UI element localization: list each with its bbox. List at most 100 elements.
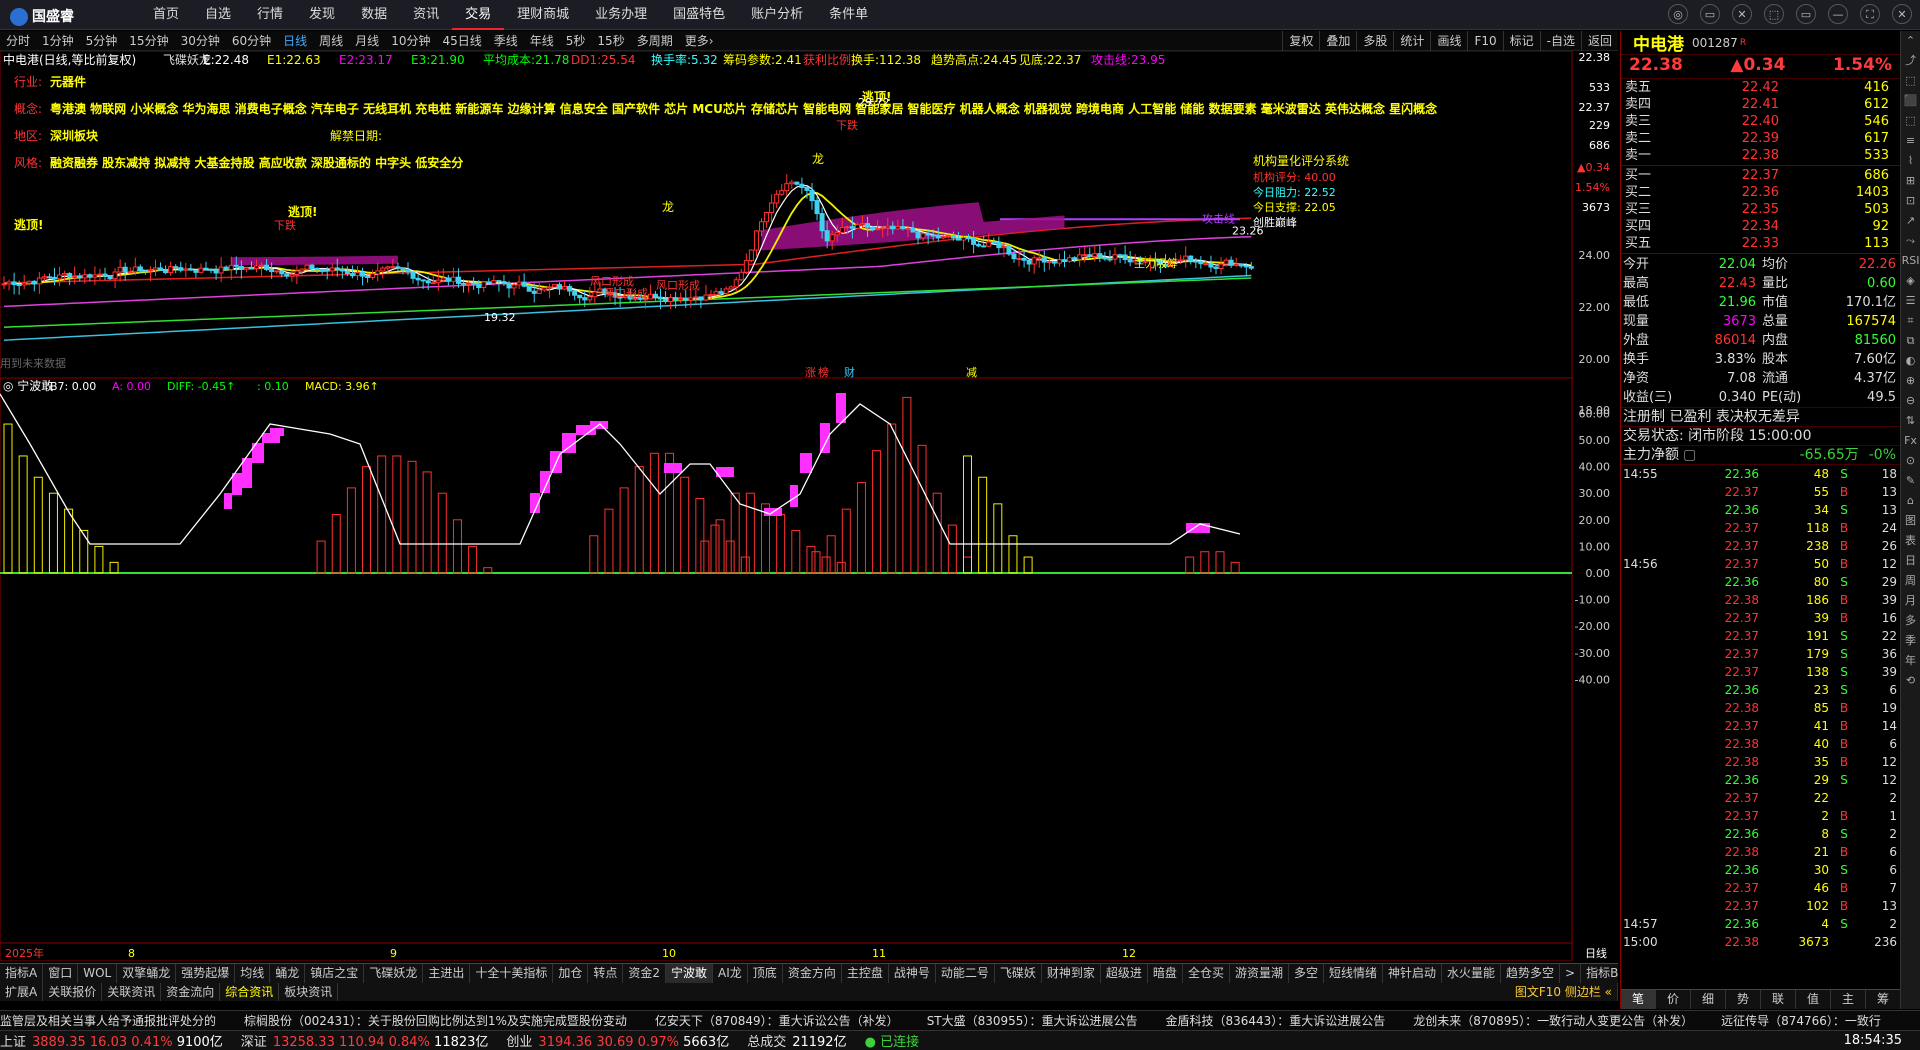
nav-item[interactable]: 条件单	[816, 0, 881, 30]
side-tool-icon[interactable]: 年	[1901, 651, 1920, 671]
news-item[interactable]: 远征传导（874766）：一致行	[1721, 1011, 1881, 1030]
nav-item[interactable]: 交易	[452, 0, 505, 30]
indicator-tab[interactable]: 动能二号	[936, 964, 995, 983]
indicator-tab[interactable]: 战神号	[889, 964, 936, 983]
side-tool-icon[interactable]: ⊡	[1901, 191, 1920, 211]
chart-tool-button[interactable]: 画线	[1430, 31, 1467, 51]
side-tool-icon[interactable]: ◈	[1901, 271, 1920, 291]
order-level[interactable]: 买三 22.35 503	[1621, 201, 1900, 218]
window-control-icon[interactable]: ✕	[1892, 4, 1912, 24]
indicator-tab[interactable]: 财神到家	[1042, 964, 1101, 983]
chart-tool-button[interactable]: 复权	[1282, 31, 1319, 51]
news-item[interactable]: 龙创未来（870895）：一致行动人变更公告（补发）	[1413, 1011, 1693, 1030]
quote-tab[interactable]: 势	[1726, 990, 1761, 1009]
side-tool-icon[interactable]: ⌗	[1901, 311, 1920, 331]
side-tool-icon[interactable]: ⊞	[1901, 171, 1920, 191]
nav-item[interactable]: 行情	[244, 0, 296, 30]
order-level[interactable]: 买一 22.37 686	[1621, 167, 1900, 184]
side-tool-icon[interactable]: ⇅	[1901, 411, 1920, 431]
period-tab[interactable]: 45日线	[436, 31, 487, 51]
side-tool-icon[interactable]: ⊙	[1901, 451, 1920, 471]
indicator-tab[interactable]: 指标B	[1581, 964, 1618, 983]
period-tab[interactable]: 5分钟	[80, 31, 124, 51]
indicator-tab[interactable]: 暗盘	[1148, 964, 1183, 983]
nav-item[interactable]: 资讯	[400, 0, 452, 30]
chart-tool-button[interactable]: -自选	[1539, 31, 1581, 51]
quote-tab[interactable]: 笔	[1621, 990, 1656, 1009]
indicator-tab[interactable]: 加仓	[553, 964, 589, 983]
indicator-tab[interactable]: 短线情绪	[1324, 964, 1383, 983]
side-tool-icon[interactable]: ⊖	[1901, 391, 1920, 411]
side-tool-icon[interactable]: ↗	[1901, 211, 1920, 231]
period-tab[interactable]: 多周期	[631, 31, 679, 51]
period-tab[interactable]: 月线	[349, 31, 385, 51]
order-level[interactable]: 买五 22.33 113	[1621, 235, 1900, 252]
news-item[interactable]: 监管层及相关当事人给予通报批评处分的	[0, 1011, 216, 1030]
period-tab[interactable]: 15秒	[591, 31, 630, 51]
indicator-tab[interactable]: >	[1560, 964, 1582, 983]
nav-item[interactable]: 自选	[192, 0, 244, 30]
indicator-tab[interactable]: 资金方向	[783, 964, 842, 983]
period-tab[interactable]: 更多›	[679, 31, 720, 51]
side-tool-icon[interactable]: 周	[1901, 571, 1920, 591]
period-tab[interactable]: 60分钟	[226, 31, 277, 51]
info-tab[interactable]: 资金流向	[161, 983, 221, 1001]
period-tab[interactable]: 分时	[0, 31, 36, 51]
kline-chart[interactable]: 中电港(日线,等比前复权) 飞碟妖龙E:22.48 E1:22.63 E2:23.17…	[0, 51, 1618, 961]
window-control-icon[interactable]: ▭	[1796, 4, 1816, 24]
side-tool-icon[interactable]: ⌃	[1901, 31, 1920, 51]
side-tool-icon[interactable]: ⌂	[1901, 491, 1920, 511]
news-item[interactable]: 棕榈股份（002431）：关于股份回购比例达到1%及实施完成暨股份变动	[244, 1011, 627, 1030]
nav-item[interactable]: 账户分析	[738, 0, 816, 30]
side-tool-icon[interactable]: ⬚	[1901, 71, 1920, 91]
indicator-tab[interactable]: 主控盘	[842, 964, 889, 983]
side-tool-icon[interactable]: 月	[1901, 591, 1920, 611]
order-level[interactable]: 买四 22.34 92	[1621, 218, 1900, 235]
window-control-icon[interactable]: ⛶	[1860, 4, 1880, 24]
side-tool-icon[interactable]: ◐	[1901, 351, 1920, 371]
quote-tab[interactable]: 筹	[1866, 990, 1901, 1009]
indicator-tab[interactable]: 多空	[1289, 964, 1324, 983]
indicator-tab[interactable]: 顶底	[748, 964, 783, 983]
info-tab[interactable]: 综合资讯	[220, 983, 280, 1001]
quote-tab[interactable]: 主	[1831, 990, 1866, 1009]
indicator-tab[interactable]: 超级进	[1101, 964, 1148, 983]
indicator-tab[interactable]: 宁波敢	[666, 964, 714, 983]
indicator-tab[interactable]: 游资量潮	[1230, 964, 1289, 983]
chart-tool-button[interactable]: 叠加	[1319, 31, 1356, 51]
indicator-tab[interactable]: WOL	[78, 964, 118, 983]
checkbox-icon[interactable]: ▢	[1683, 446, 1696, 464]
indicator-tab[interactable]: 转点	[588, 964, 624, 983]
window-control-icon[interactable]: —	[1828, 4, 1848, 24]
side-tool-icon[interactable]: ⤴	[1901, 51, 1920, 71]
indicator-tab[interactable]: 神针启动	[1383, 964, 1443, 983]
nav-item[interactable]: 首页	[140, 0, 192, 30]
news-item[interactable]: ST大盛（830955）：重大诉讼进展公告	[927, 1011, 1138, 1030]
period-tab[interactable]: 年线	[524, 31, 560, 51]
quote-tab[interactable]: 联	[1761, 990, 1796, 1009]
indicator-tab[interactable]: 指标A	[0, 964, 44, 983]
period-tab[interactable]: 季线	[488, 31, 524, 51]
side-tool-icon[interactable]: Fx	[1901, 431, 1920, 451]
order-level[interactable]: 卖一 22.38 533	[1621, 147, 1900, 164]
side-tool-icon[interactable]: 季	[1901, 631, 1920, 651]
info-tab[interactable]: 板块资讯	[279, 983, 339, 1001]
side-tool-icon[interactable]: ⟲	[1901, 671, 1920, 691]
index-item[interactable]: 创业 3194.36 30.69 0.97% 5663亿	[506, 1031, 729, 1050]
indicator-tab[interactable]: 飞碟妖	[995, 964, 1042, 983]
nav-item[interactable]: 发现	[296, 0, 348, 30]
window-control-icon[interactable]: ▭	[1700, 4, 1720, 24]
period-tab[interactable]: 15分钟	[123, 31, 174, 51]
period-indicator[interactable]: 日线	[1585, 946, 1607, 960]
f10-sidebar-toggle[interactable]: 图文F10 侧边栏 «	[1510, 983, 1618, 1001]
indicator-tab[interactable]: 蛹龙	[270, 964, 306, 983]
side-tool-icon[interactable]: ⊕	[1901, 371, 1920, 391]
indicator-tab[interactable]: 飞碟妖龙	[364, 964, 424, 983]
side-tool-icon[interactable]: 图	[1901, 511, 1920, 531]
window-control-icon[interactable]: ⬚	[1764, 4, 1784, 24]
period-tab[interactable]: 日线	[277, 31, 313, 51]
side-tool-icon[interactable]: ⤳	[1901, 231, 1920, 251]
nav-item[interactable]: 业务办理	[582, 0, 660, 30]
side-tool-icon[interactable]: 日	[1901, 551, 1920, 571]
side-tool-icon[interactable]: ⬛	[1901, 91, 1920, 111]
